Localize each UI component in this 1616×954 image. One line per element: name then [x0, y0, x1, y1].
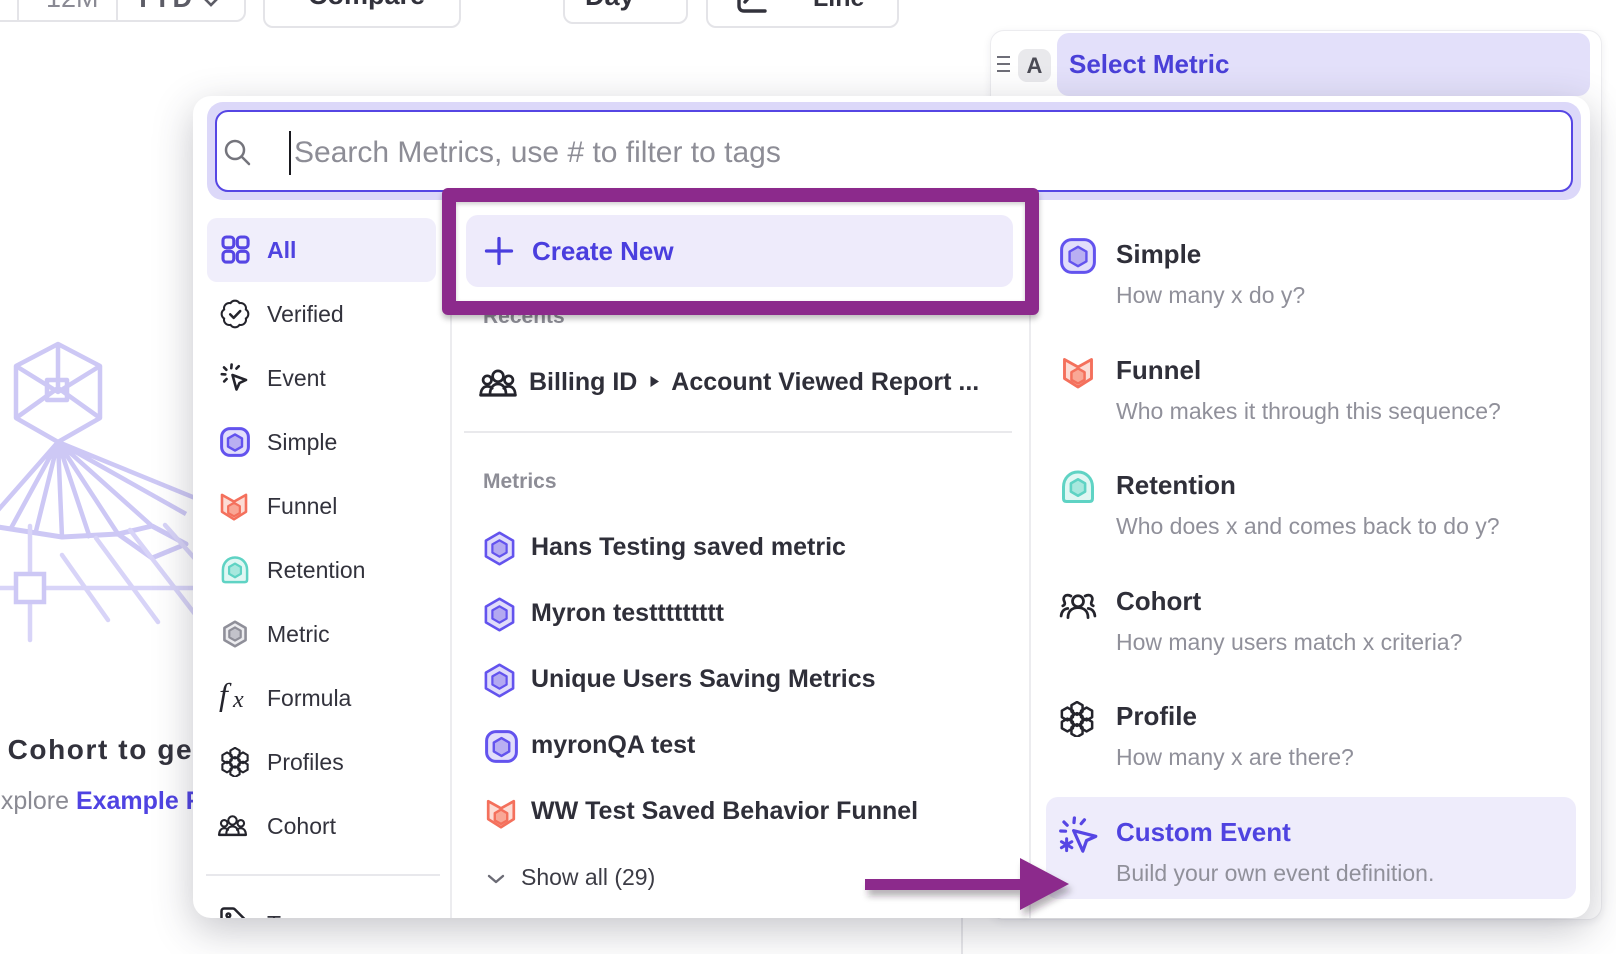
- svg-text:f: f: [219, 682, 232, 712]
- svg-text:x: x: [232, 687, 244, 713]
